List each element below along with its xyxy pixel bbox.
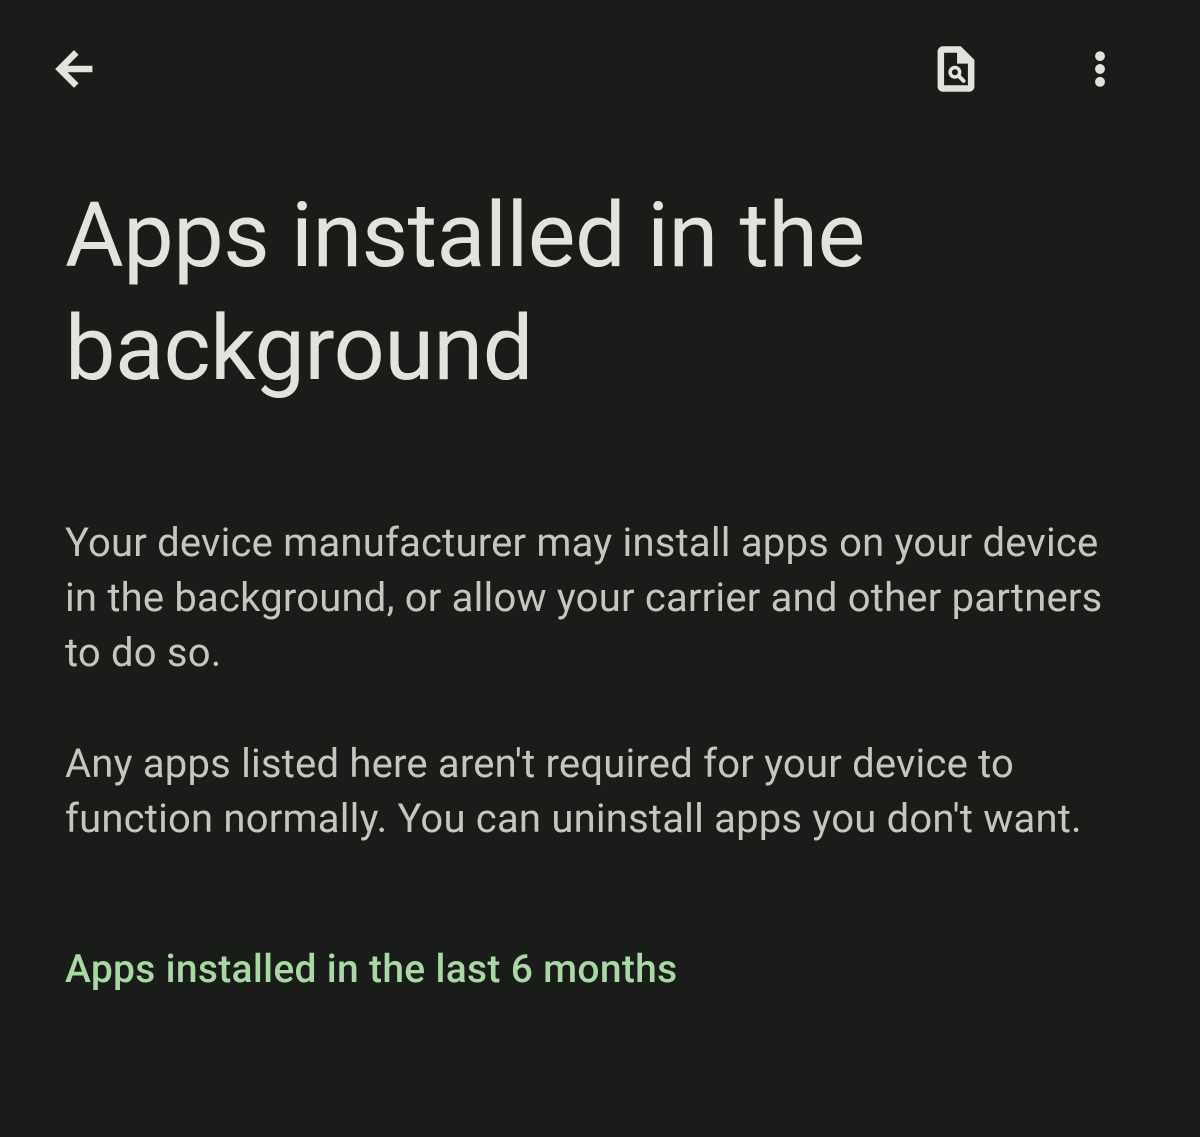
back-button[interactable]	[40, 35, 108, 106]
main-content: Apps installed in the background Your de…	[0, 120, 1200, 992]
description-paragraph-2: Any apps listed here aren't required for…	[65, 736, 1135, 846]
search-in-page-icon	[930, 43, 982, 98]
app-bar	[0, 0, 1200, 120]
overflow-menu-button[interactable]	[1070, 39, 1130, 102]
app-bar-right	[922, 35, 1160, 106]
search-in-page-button[interactable]	[922, 35, 990, 106]
app-bar-left	[40, 35, 108, 106]
arrow-back-icon	[48, 43, 100, 98]
section-header-recent-apps: Apps installed in the last 6 months	[65, 946, 1135, 992]
more-vert-icon	[1078, 47, 1122, 94]
page-title: Apps installed in the background	[65, 180, 1135, 405]
description-paragraph-1: Your device manufacturer may install app…	[65, 515, 1135, 681]
